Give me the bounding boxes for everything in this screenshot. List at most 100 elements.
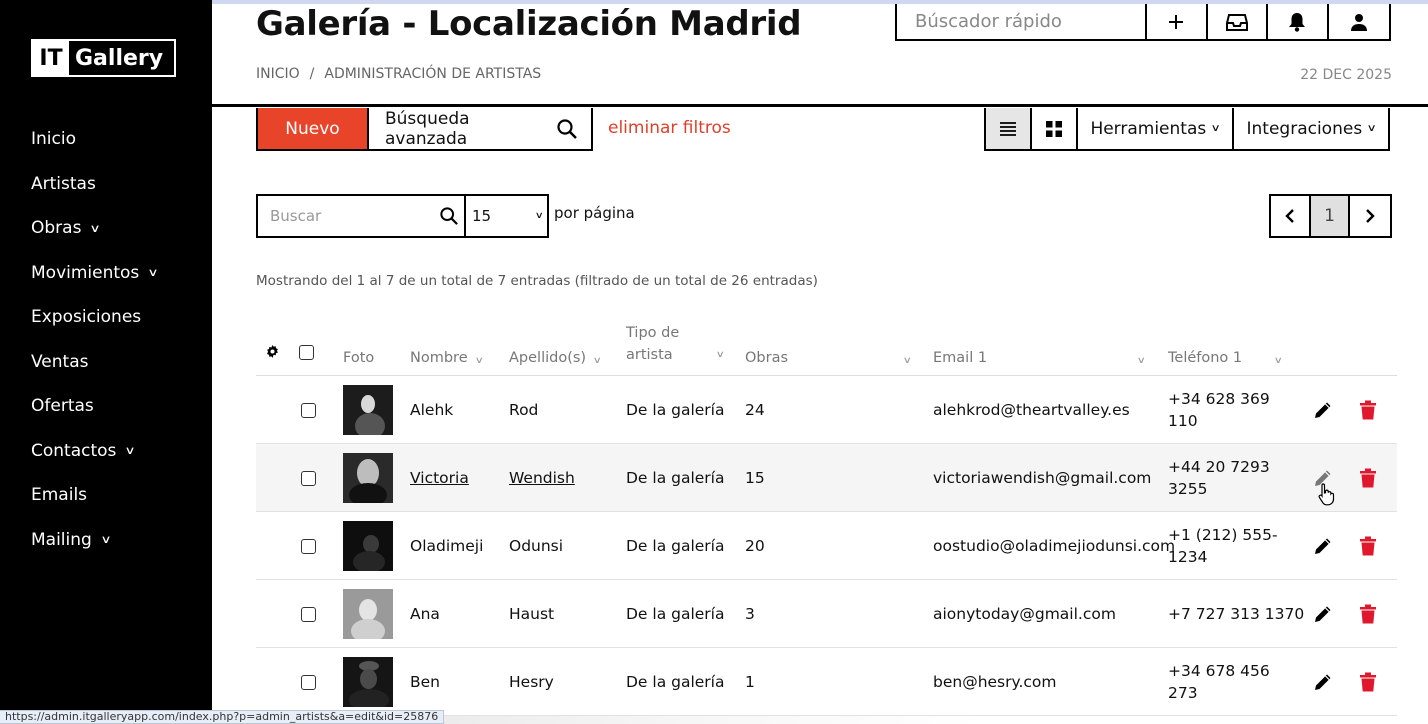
column-label: Apellido(s) xyxy=(509,350,587,366)
logo[interactable]: IT Gallery xyxy=(31,39,176,77)
sidebar-item-contactos[interactable]: Contactos ∨ xyxy=(31,429,201,474)
phone-line-2: 273 xyxy=(1168,684,1198,702)
row-checkbox[interactable] xyxy=(301,512,316,580)
table-row[interactable]: Ana Haust De la galería 3 aionytoday@gma… xyxy=(256,580,1397,648)
per-page-select[interactable]: 15 ∨ xyxy=(466,196,547,236)
toolbar-left: Nuevo Búsqueda avanzada xyxy=(256,108,593,151)
row-checkbox[interactable] xyxy=(301,580,316,648)
status-url: https://admin.itgalleryapp.com/index.php… xyxy=(0,710,445,724)
edit-button[interactable] xyxy=(1313,512,1333,580)
sidebar-item-obras[interactable]: Obras ∨ xyxy=(31,206,201,251)
inbox-button[interactable] xyxy=(1208,4,1269,39)
artist-photo xyxy=(343,648,393,716)
artist-name[interactable]: Oladimeji xyxy=(410,512,483,580)
column-label: Obras xyxy=(745,350,789,366)
artist-email: ben@hesry.com xyxy=(933,673,1057,691)
column-telefono[interactable]: Teléfono 1 ∨ xyxy=(1168,350,1284,366)
table-row[interactable]: Oladimeji Odunsi De la galería 20 oostud… xyxy=(256,512,1397,580)
sidebar-item-exposiciones[interactable]: Exposiciones xyxy=(31,295,201,340)
artist-name[interactable]: Alehk xyxy=(410,376,453,444)
artist-name[interactable]: Ana xyxy=(410,580,440,648)
table-row[interactable]: Ben Hesry De la galería 1 ben@hesry.com … xyxy=(256,648,1397,716)
artist-photo xyxy=(343,512,393,580)
integrations-dropdown[interactable]: Integraciones ∨ xyxy=(1234,108,1388,149)
edit-button[interactable] xyxy=(1313,376,1333,444)
column-email[interactable]: Email 1 ∨ xyxy=(933,350,1146,366)
trash-icon xyxy=(1360,536,1376,556)
delete-button[interactable] xyxy=(1360,512,1376,580)
page-1-button[interactable]: 1 xyxy=(1310,196,1351,236)
artist-name[interactable]: Victoria xyxy=(410,444,469,512)
sidebar-item-ventas[interactable]: Ventas xyxy=(31,340,201,385)
notifications-button[interactable] xyxy=(1268,4,1329,39)
artist-name[interactable]: Ben xyxy=(410,648,440,716)
column-settings-button[interactable] xyxy=(266,345,279,358)
chevron-down-icon: ∨ xyxy=(147,266,159,280)
sidebar-item-emails[interactable]: Emails xyxy=(31,473,201,518)
column-nombre[interactable]: Nombre ∨ xyxy=(410,350,484,366)
list-view-button[interactable] xyxy=(986,108,1032,149)
artist-phone: +34 628 369 110 xyxy=(1168,376,1288,444)
row-checkbox[interactable] xyxy=(301,648,316,716)
edit-button[interactable] xyxy=(1313,648,1333,716)
clear-filters-link[interactable]: eliminar filtros xyxy=(608,118,731,138)
column-obras[interactable]: Obras ∨ xyxy=(745,350,912,366)
column-apellidos[interactable]: Apellido(s) ∨ xyxy=(509,350,602,366)
add-button[interactable] xyxy=(1147,4,1208,39)
sidebar-item-artistas[interactable]: Artistas xyxy=(31,162,201,207)
phone-line-2: 3255 xyxy=(1168,480,1208,498)
artist-email: alehkrod@theartvalley.es xyxy=(933,401,1130,419)
table-row[interactable]: Alehk Rod De la galería 24 alehkrod@thea… xyxy=(256,376,1397,444)
breadcrumb: INICIO / ADMINISTRACIÓN DE ARTISTAS xyxy=(256,66,541,82)
artist-surname[interactable]: Hesry xyxy=(509,648,554,716)
next-page-button[interactable] xyxy=(1350,196,1390,236)
column-tipo[interactable]: Tipo de artista ∨ xyxy=(626,322,725,366)
breadcrumb-home[interactable]: INICIO xyxy=(256,66,300,82)
phone-line-1: +44 20 7293 xyxy=(1168,458,1270,476)
search-input[interactable]: Buscar xyxy=(258,196,466,236)
current-date: 22 DEC 2025 xyxy=(1300,67,1392,83)
new-button[interactable]: Nuevo xyxy=(258,108,369,149)
row-checkbox[interactable] xyxy=(301,376,316,444)
delete-button[interactable] xyxy=(1360,376,1376,444)
sidebar-item-mailing[interactable]: Mailing ∨ xyxy=(31,518,201,563)
artist-surname[interactable]: Odunsi xyxy=(509,512,563,580)
row-checkbox[interactable] xyxy=(301,444,316,512)
chevron-down-icon: ∨ xyxy=(1366,123,1377,134)
delete-button[interactable] xyxy=(1360,648,1376,716)
artist-photo xyxy=(343,444,393,512)
artist-works: 3 xyxy=(745,605,755,623)
delete-button[interactable] xyxy=(1360,444,1376,512)
sidebar-item-movimientos[interactable]: Movimientos ∨ xyxy=(31,251,201,296)
artist-phone: +34 678 456 273 xyxy=(1168,648,1288,716)
sidebar-item-inicio[interactable]: Inicio xyxy=(31,117,201,162)
gear-icon xyxy=(267,345,278,358)
list-icon xyxy=(1000,121,1016,136)
grid-icon xyxy=(1046,120,1062,137)
chevron-left-icon xyxy=(1285,209,1294,223)
phone-line-2: 110 xyxy=(1168,412,1198,430)
table-row[interactable]: Victoria Wendish De la galería 15 victor… xyxy=(256,444,1397,512)
logo-it: IT xyxy=(33,41,69,75)
artist-surname[interactable]: Wendish xyxy=(509,444,575,512)
select-all-checkbox[interactable] xyxy=(299,345,314,360)
tools-dropdown[interactable]: Herramientas ∨ xyxy=(1078,108,1234,149)
grid-view-button[interactable] xyxy=(1032,108,1078,149)
prev-page-button[interactable] xyxy=(1271,196,1311,236)
checkbox-box xyxy=(301,538,316,554)
sort-chevron-icon: ∨ xyxy=(1274,356,1284,366)
pencil-icon xyxy=(1315,402,1331,418)
quick-search-input[interactable]: Búscador rápido xyxy=(897,4,1148,39)
advanced-search-button[interactable]: Búsqueda avanzada xyxy=(369,108,591,149)
sidebar-item-ofertas[interactable]: Ofertas xyxy=(31,384,201,429)
table-info: Mostrando del 1 al 7 de un total de 7 en… xyxy=(256,273,818,289)
artist-surname[interactable]: Rod xyxy=(509,376,538,444)
edit-button[interactable] xyxy=(1313,580,1333,648)
artist-phone: +44 20 7293 3255 xyxy=(1168,444,1288,512)
delete-button[interactable] xyxy=(1360,580,1376,648)
column-label-line-2: artista xyxy=(626,347,673,363)
artist-surname[interactable]: Haust xyxy=(509,580,554,648)
integrations-label: Integraciones xyxy=(1246,118,1363,139)
user-button[interactable] xyxy=(1329,4,1389,39)
column-label: Foto xyxy=(343,350,375,366)
